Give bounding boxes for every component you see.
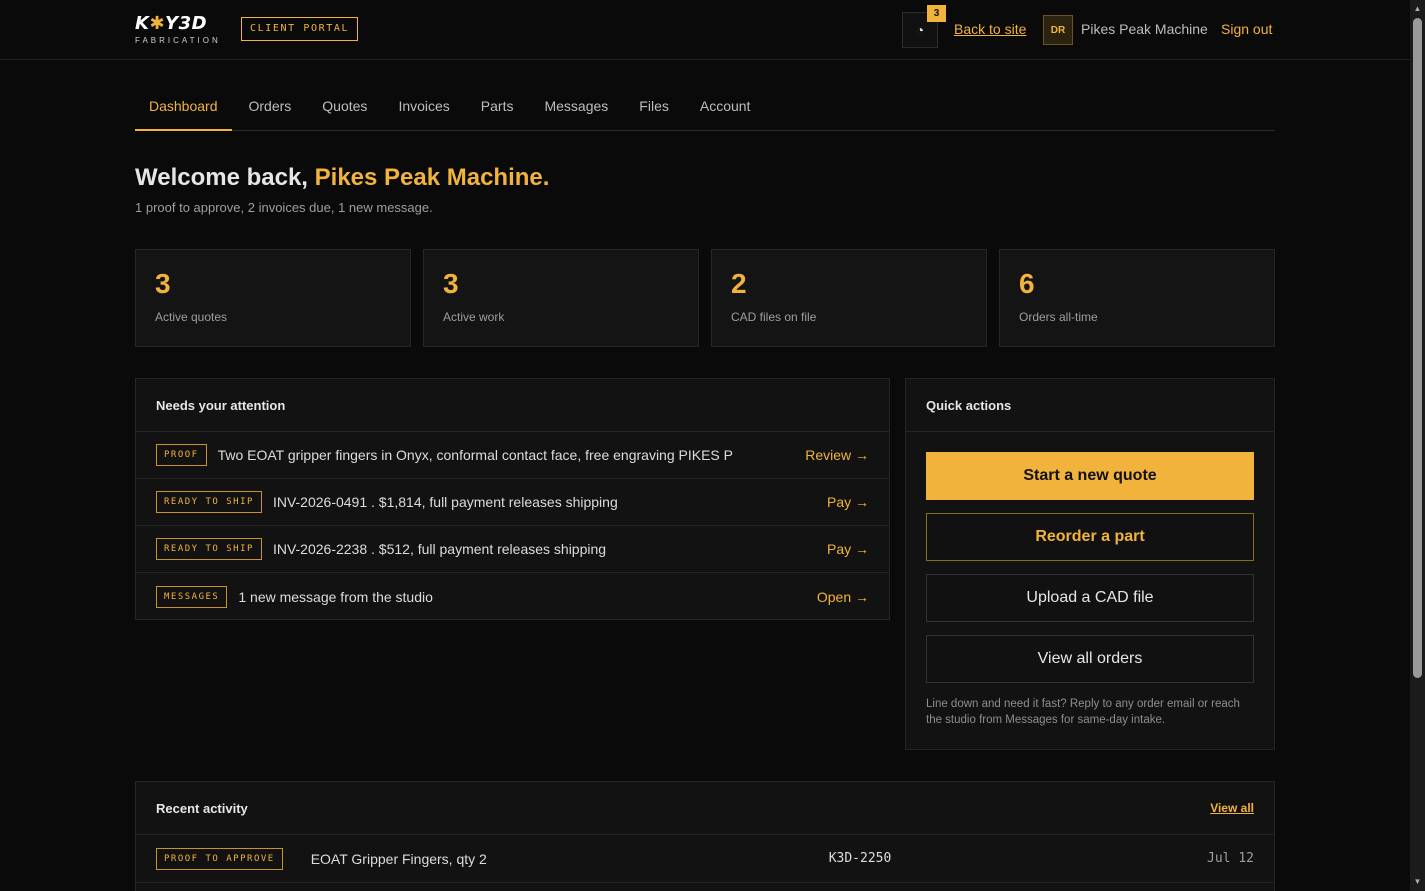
stat-value: 2 [731, 268, 747, 299]
scrollbar-thumb[interactable] [1413, 18, 1422, 678]
tab-account[interactable]: Account [686, 88, 765, 131]
quick-actions-panel: Quick actions Start a new quote Reorder … [905, 378, 1275, 750]
stat-label: Active quotes [155, 310, 228, 324]
logo-letter-k: K [135, 13, 150, 34]
recent-activity-title: Recent activity [156, 801, 248, 816]
stat-label: CAD files on file [731, 310, 817, 324]
welcome-client-name: Pikes Peak Machine. [314, 164, 550, 191]
tab-orders[interactable]: Orders [235, 88, 306, 131]
avatar[interactable]: DR [1043, 15, 1073, 45]
tab-dashboard[interactable]: Dashboard [135, 88, 232, 131]
attention-text: Two EOAT gripper fingers in Onyx, confor… [217, 447, 733, 463]
quick-actions-title: Quick actions [906, 379, 1274, 432]
reorder-part-button[interactable]: Reorder a part [926, 513, 1254, 561]
logo-subtitle: FABRICATION [135, 36, 221, 45]
attention-text: INV-2026-0491 . $1,814, full payment rel… [272, 494, 618, 510]
welcome-prefix: Welcome back, [135, 164, 315, 191]
status-badge: READY TO SHIP [156, 538, 262, 560]
scroll-up-arrow-icon[interactable]: ▲ [1411, 2, 1424, 16]
stats-row: 3 Active quotes 3 Active work 2 CAD file… [135, 249, 1275, 347]
attention-panel-title: Needs your attention [136, 379, 889, 432]
client-portal-badge: CLIENT PORTAL [241, 17, 359, 41]
stat-card-cad-files[interactable]: 2 CAD files on file [711, 249, 987, 347]
tab-messages[interactable]: Messages [530, 88, 622, 131]
asterisk-icon: ✱ [149, 13, 166, 34]
pay-link[interactable]: Pay → [827, 494, 869, 510]
top-bar: K✱Y3D FABRICATION CLIENT PORTAL ◔ 3 Back… [0, 0, 1410, 60]
attention-text: INV-2026-2238 . $512, full payment relea… [272, 541, 607, 557]
clock-icon: ◔ [915, 22, 925, 38]
activity-description: EOAT Gripper Fingers, qty 2 [310, 850, 487, 867]
stat-value: 3 [155, 268, 171, 299]
logo-letters-y3d: Y3D [165, 13, 208, 34]
attention-row[interactable]: MESSAGES 1 new message from the studio O… [136, 573, 889, 620]
scroll-down-arrow-icon[interactable]: ▼ [1411, 875, 1424, 889]
stat-label: Orders all-time [1019, 310, 1098, 324]
activity-date: Jul 12 [1207, 851, 1254, 866]
view-all-orders-button[interactable]: View all orders [926, 635, 1254, 683]
welcome-subtitle: 1 proof to approve, 2 invoices due, 1 ne… [135, 200, 433, 215]
main-tabs: Dashboard Orders Quotes Invoices Parts M… [135, 88, 1275, 131]
order-id: K3D-2250 [828, 851, 892, 866]
status-badge: PROOF TO APPROVE [156, 847, 283, 870]
stat-value: 3 [443, 268, 459, 299]
quick-actions-note: Line down and need it fast? Reply to any… [926, 698, 1240, 726]
attention-text: 1 new message from the studio [238, 588, 433, 605]
recent-activity-panel: Recent activity View all PROOF TO APPROV… [135, 781, 1275, 891]
attention-row[interactable]: PROOF Two EOAT gripper fingers in Onyx, … [136, 432, 889, 479]
stat-label: Active work [443, 310, 505, 324]
back-to-site-link[interactable]: Back to site [954, 21, 1026, 37]
stat-card-active-work[interactable]: 3 Active work [423, 249, 699, 347]
attention-row[interactable]: READY TO SHIP INV-2026-0491 . $1,814, fu… [136, 479, 889, 526]
notification-count-badge: 3 [927, 5, 946, 22]
tab-parts[interactable]: Parts [467, 88, 528, 131]
stat-card-orders-all-time[interactable]: 6 Orders all-time [999, 249, 1275, 347]
tab-quotes[interactable]: Quotes [308, 88, 381, 131]
stat-card-active-quotes[interactable]: 3 Active quotes [135, 249, 411, 347]
page-title: Welcome back, Pikes Peak Machine. [135, 164, 549, 192]
tab-files[interactable]: Files [625, 88, 683, 131]
upload-cad-button[interactable]: Upload a CAD file [926, 574, 1254, 622]
brand-logo[interactable]: K✱Y3D FABRICATION [135, 13, 221, 46]
attention-row[interactable]: READY TO SHIP INV-2026-2238 . $512, full… [136, 526, 889, 573]
attention-panel: Needs your attention PROOF Two EOAT grip… [135, 378, 890, 620]
status-badge: READY TO SHIP [156, 491, 262, 513]
start-new-quote-button[interactable]: Start a new quote [926, 452, 1254, 500]
stat-value: 6 [1019, 268, 1035, 299]
status-badge: MESSAGES [156, 585, 228, 608]
account-name: Pikes Peak Machine [1081, 21, 1208, 37]
view-all-link[interactable]: View all [1210, 801, 1254, 834]
pay-link[interactable]: Pay → [827, 541, 869, 557]
tab-invoices[interactable]: Invoices [384, 88, 463, 131]
status-badge: PROOF [156, 444, 207, 466]
sign-out-link[interactable]: Sign out [1221, 21, 1272, 37]
review-link[interactable]: Review → [805, 447, 869, 463]
open-link[interactable]: Open → [817, 589, 869, 605]
table-row[interactable]: PROOF TO APPROVE EOAT Gripper Fingers, q… [136, 835, 1274, 883]
